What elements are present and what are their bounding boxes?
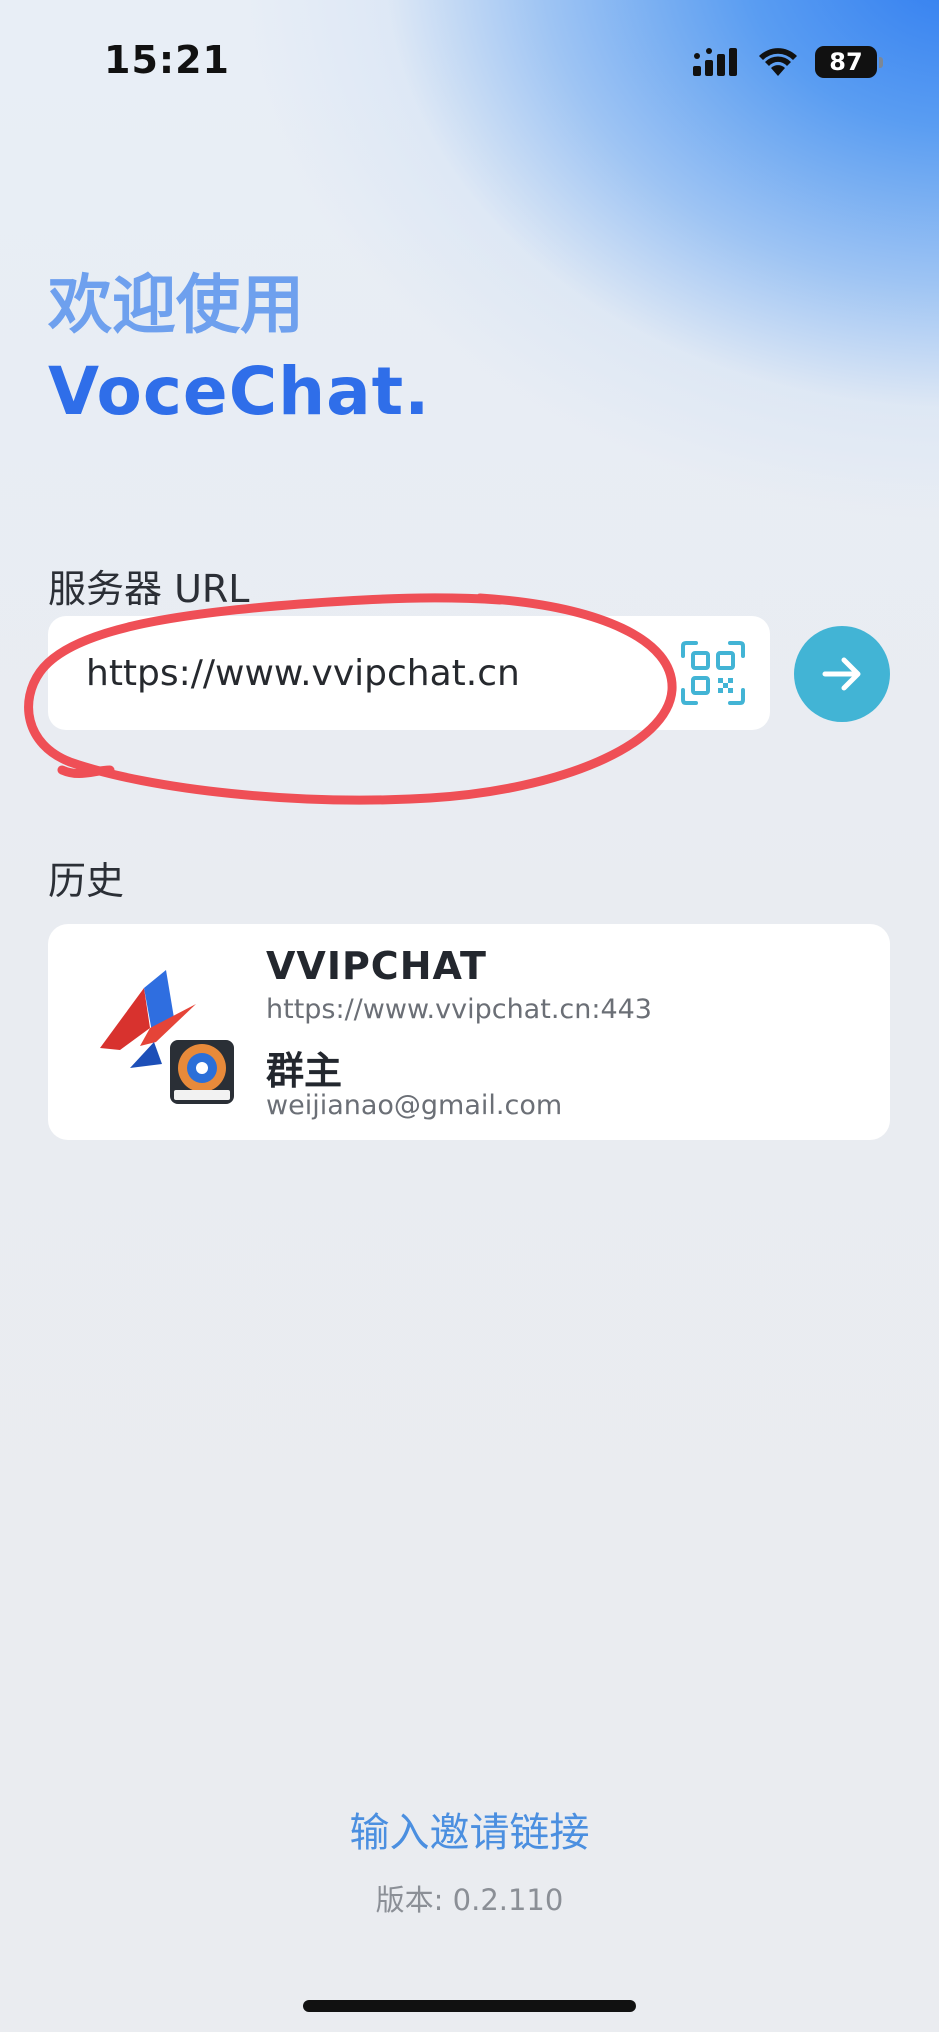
home-indicator bbox=[303, 2000, 636, 2012]
battery-icon: 87 bbox=[815, 46, 883, 78]
history-label: 历史 bbox=[48, 859, 125, 903]
invite-link-button[interactable]: 输入邀请链接 bbox=[0, 1800, 939, 1858]
server-url-label: 服务器 URL bbox=[48, 567, 250, 611]
wifi-icon bbox=[759, 48, 797, 76]
server-avatar bbox=[92, 958, 242, 1108]
status-bar: 15:21 87 bbox=[0, 0, 939, 130]
status-time: 15:21 bbox=[104, 38, 230, 82]
server-url-field bbox=[48, 616, 770, 730]
qr-scan-button[interactable] bbox=[680, 640, 746, 706]
brand-title: VoceChat. bbox=[48, 353, 431, 430]
history-user-email: weijianao@gmail.com bbox=[266, 1090, 563, 1121]
status-icons: 87 bbox=[693, 44, 883, 80]
server-url-input[interactable] bbox=[86, 642, 676, 704]
cellular-signal-icon bbox=[693, 48, 737, 76]
go-button[interactable] bbox=[794, 626, 890, 722]
history-server-url: https://www.vvipchat.cn:443 bbox=[266, 994, 652, 1025]
qr-code-scan-icon bbox=[681, 641, 745, 705]
battery-level: 87 bbox=[829, 48, 863, 76]
welcome-title: 欢迎使用 bbox=[48, 269, 304, 343]
history-server-name: VVIPCHAT bbox=[266, 944, 487, 988]
server-logo-icon bbox=[100, 970, 234, 1104]
history-item[interactable]: VVIPCHAT https://www.vvipchat.cn:443 群主 … bbox=[48, 924, 890, 1140]
arrow-right-icon bbox=[822, 657, 861, 691]
history-user-role: 群主 bbox=[266, 1049, 343, 1093]
version-text: 版本: 0.2.110 bbox=[375, 1883, 564, 1917]
